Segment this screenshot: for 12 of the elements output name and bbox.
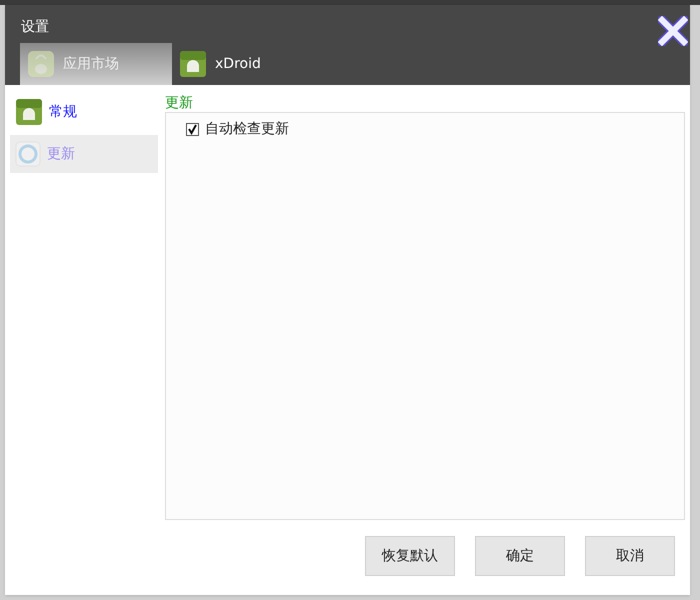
close-button[interactable] — [658, 15, 690, 47]
dialog-button[interactable]: 确定 — [475, 536, 565, 576]
dialog-button[interactable]: 取消 — [585, 536, 675, 576]
window-title: 设置 — [21, 18, 49, 37]
shopping-bag-icon — [27, 50, 55, 78]
dialog-button[interactable]: 恢复默认 — [365, 536, 455, 576]
section-title: 更新 — [165, 94, 193, 112]
auto-update-checkbox[interactable]: 自动检查更新 — [186, 119, 289, 140]
close-icon — [658, 16, 688, 46]
refresh-icon — [15, 141, 41, 167]
sidebar-item[interactable]: 常规 — [10, 93, 158, 131]
tab[interactable]: xDroid — [172, 43, 324, 85]
